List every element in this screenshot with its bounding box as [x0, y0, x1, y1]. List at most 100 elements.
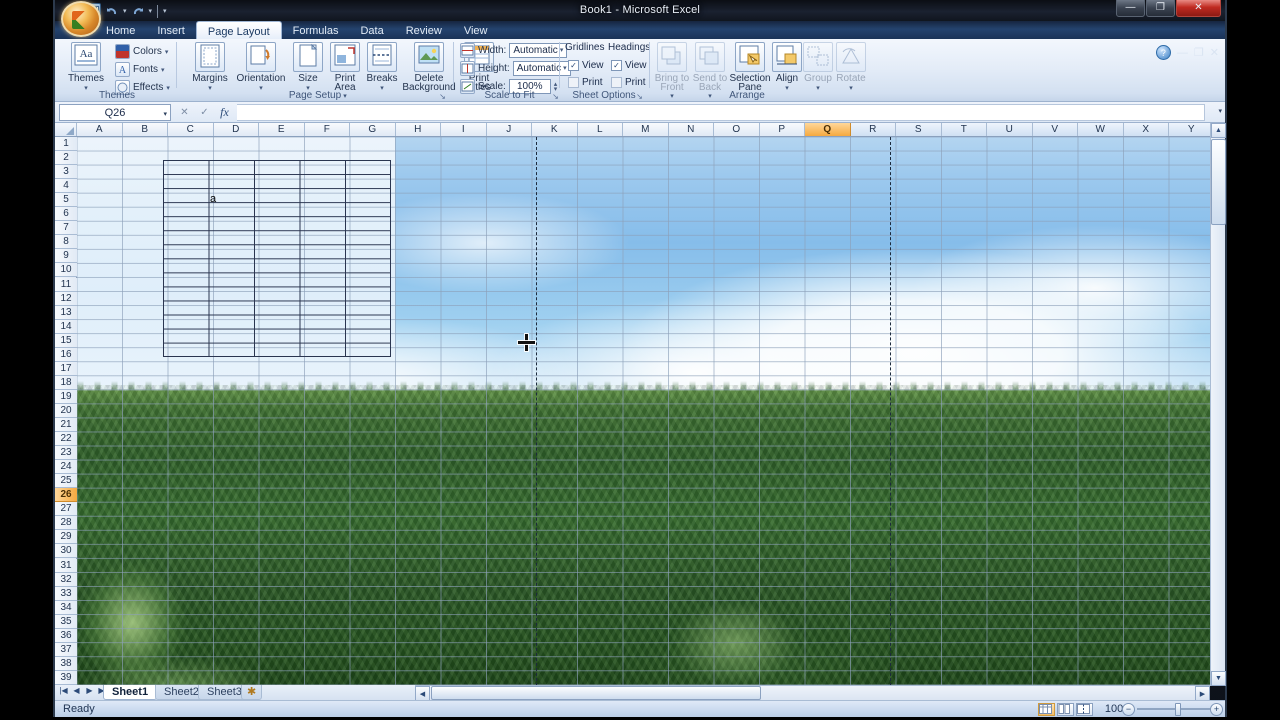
bordered-table-object[interactable]: [163, 160, 391, 357]
column-header-E[interactable]: E: [259, 123, 305, 136]
row-header-9[interactable]: 9: [55, 249, 77, 264]
sheet-tab-sheet1[interactable]: Sheet1: [103, 685, 158, 700]
group-button[interactable]: Group ▾: [802, 42, 834, 94]
theme-colors-button[interactable]: Colors ▾: [115, 44, 168, 59]
column-header-C[interactable]: C: [168, 123, 214, 136]
gridlines-print-checkbox[interactable]: ✓ Print: [568, 77, 603, 88]
close-button[interactable]: ✕: [1176, 0, 1221, 17]
expand-formula-bar-caret[interactable]: ▾: [1218, 107, 1222, 115]
zoom-slider-handle[interactable]: [1175, 703, 1181, 716]
row-header-6[interactable]: 6: [55, 207, 77, 222]
breaks-button[interactable]: Breaks ▾: [365, 42, 399, 94]
column-header-G[interactable]: G: [350, 123, 396, 136]
column-header-R[interactable]: R: [850, 123, 896, 136]
column-header-D[interactable]: D: [213, 123, 259, 136]
vertical-scrollbar[interactable]: ▲ ▼: [1210, 123, 1226, 686]
column-header-F[interactable]: F: [304, 123, 350, 136]
zoom-in-button[interactable]: +: [1210, 703, 1223, 716]
row-header-29[interactable]: 29: [55, 530, 77, 545]
row-header-12[interactable]: 12: [55, 291, 77, 306]
gridlines-view-checkbox[interactable]: ✓ View: [568, 60, 604, 71]
prev-sheet-icon[interactable]: ◀: [71, 686, 82, 695]
row-header-33[interactable]: 33: [55, 586, 77, 601]
column-header-N[interactable]: N: [668, 123, 714, 136]
row-header-11[interactable]: 11: [55, 277, 77, 292]
sheet-tab-bar[interactable]: |◀ ◀ ▶ ▶| Sheet1 Sheet2 Sheet3 ✱: [55, 685, 415, 700]
column-header-P[interactable]: P: [759, 123, 805, 136]
sheet-options-dialog-launcher[interactable]: ↘: [635, 92, 644, 101]
row-header-20[interactable]: 20: [55, 403, 77, 418]
row-header-27[interactable]: 27: [55, 502, 77, 517]
row-header-21[interactable]: 21: [55, 418, 77, 432]
tab-formulas[interactable]: Formulas: [282, 21, 350, 39]
orientation-button[interactable]: Orientation ▾: [233, 42, 289, 94]
rotate-button[interactable]: Rotate ▾: [834, 42, 868, 94]
row-header-13[interactable]: 13: [55, 305, 77, 320]
theme-fonts-caret[interactable]: ▾: [161, 66, 165, 74]
row-header-34[interactable]: 34: [55, 600, 77, 615]
row-header-10[interactable]: 10: [55, 263, 77, 278]
row-header-32[interactable]: 32: [55, 572, 77, 587]
delete-background-button[interactable]: Delete Background: [401, 42, 457, 93]
headings-print-checkbox[interactable]: ✓ Print: [611, 77, 646, 88]
column-header-Q[interactable]: Q: [805, 123, 851, 136]
row-header-31[interactable]: 31: [55, 558, 77, 573]
vertical-scroll-thumb[interactable]: [1211, 139, 1226, 225]
row-header-4[interactable]: 4: [55, 179, 77, 194]
column-headers[interactable]: ABCDEFGHIJKLMNOPQRSTUVWXY: [55, 123, 1225, 137]
row-header-22[interactable]: 22: [55, 432, 77, 447]
column-header-M[interactable]: M: [623, 123, 669, 136]
scroll-right-button[interactable]: ▶: [1195, 686, 1210, 701]
column-header-J[interactable]: J: [486, 123, 532, 136]
insert-worksheet-icon[interactable]: ✱: [241, 685, 263, 700]
column-header-W[interactable]: W: [1078, 123, 1124, 136]
column-header-O[interactable]: O: [714, 123, 760, 136]
row-header-36[interactable]: 36: [55, 628, 77, 643]
select-all-corner[interactable]: [55, 123, 77, 136]
size-button[interactable]: Size ▾: [291, 42, 325, 94]
row-header-28[interactable]: 28: [55, 516, 77, 531]
zoom-out-button[interactable]: −: [1122, 703, 1135, 716]
row-header-15[interactable]: 15: [55, 333, 77, 348]
page-break-preview-button[interactable]: [1076, 703, 1093, 716]
column-header-L[interactable]: L: [577, 123, 623, 136]
scale-to-fit-dialog-launcher[interactable]: ↘: [551, 92, 560, 101]
column-header-A[interactable]: A: [77, 123, 123, 136]
gridlines-print-check-icon[interactable]: ✓: [568, 77, 579, 88]
theme-colors-caret[interactable]: ▾: [165, 48, 169, 56]
gridlines-view-check-icon[interactable]: ✓: [568, 60, 579, 71]
row-header-2[interactable]: 2: [55, 151, 77, 166]
row-header-7[interactable]: 7: [55, 221, 77, 236]
row-header-18[interactable]: 18: [55, 375, 77, 390]
minimize-button[interactable]: —: [1116, 0, 1145, 17]
row-header-37[interactable]: 37: [55, 642, 77, 657]
worksheet-grid[interactable]: a ABCDEFGHIJKLMNOPQRSTUVWXY 1 2 3 4 5 6 7 8 9 10 1…: [55, 123, 1225, 686]
office-button[interactable]: [61, 1, 101, 37]
headings-print-check-icon[interactable]: ✓: [611, 77, 622, 88]
row-headers[interactable]: 1 2 3 4 5 6 7 8 9 10 11 12 13 14 15 16 17 18 19 20 21 22 23 24 2…: [55, 137, 77, 686]
row-header-16[interactable]: 16: [55, 347, 77, 362]
document-window-controls[interactable]: ? — ❐ ✕: [1155, 45, 1219, 60]
column-header-T[interactable]: T: [941, 123, 987, 136]
tab-data[interactable]: Data: [349, 21, 394, 39]
row-header-8[interactable]: 8: [55, 235, 77, 250]
headings-view-check-icon[interactable]: ✓: [611, 60, 622, 71]
horizontal-scrollbar[interactable]: ◀ ▶: [415, 685, 1210, 701]
row-header-14[interactable]: 14: [55, 319, 77, 334]
cancel-formula-icon[interactable]: ✕: [175, 104, 194, 121]
row-header-1[interactable]: 1: [55, 137, 77, 151]
row-header-39[interactable]: 39: [55, 670, 77, 685]
selection-pane-button[interactable]: Selection Pane: [729, 42, 771, 93]
doc-restore-button[interactable]: ❐: [1194, 46, 1204, 59]
tab-home[interactable]: Home: [95, 21, 146, 39]
window-controls[interactable]: — ❐ ✕: [1116, 0, 1221, 17]
doc-close-button[interactable]: ✕: [1210, 46, 1219, 59]
horizontal-scroll-thumb[interactable]: [431, 686, 761, 700]
tab-review[interactable]: Review: [395, 21, 453, 39]
page-setup-dialog-launcher[interactable]: ↘: [438, 92, 447, 101]
row-header-38[interactable]: 38: [55, 656, 77, 671]
name-box[interactable]: Q26 ▾: [59, 104, 171, 121]
scroll-up-button[interactable]: ▲: [1211, 123, 1226, 138]
row-header-23[interactable]: 23: [55, 446, 77, 461]
sheet-nav-buttons[interactable]: |◀ ◀ ▶ ▶|: [58, 686, 108, 695]
